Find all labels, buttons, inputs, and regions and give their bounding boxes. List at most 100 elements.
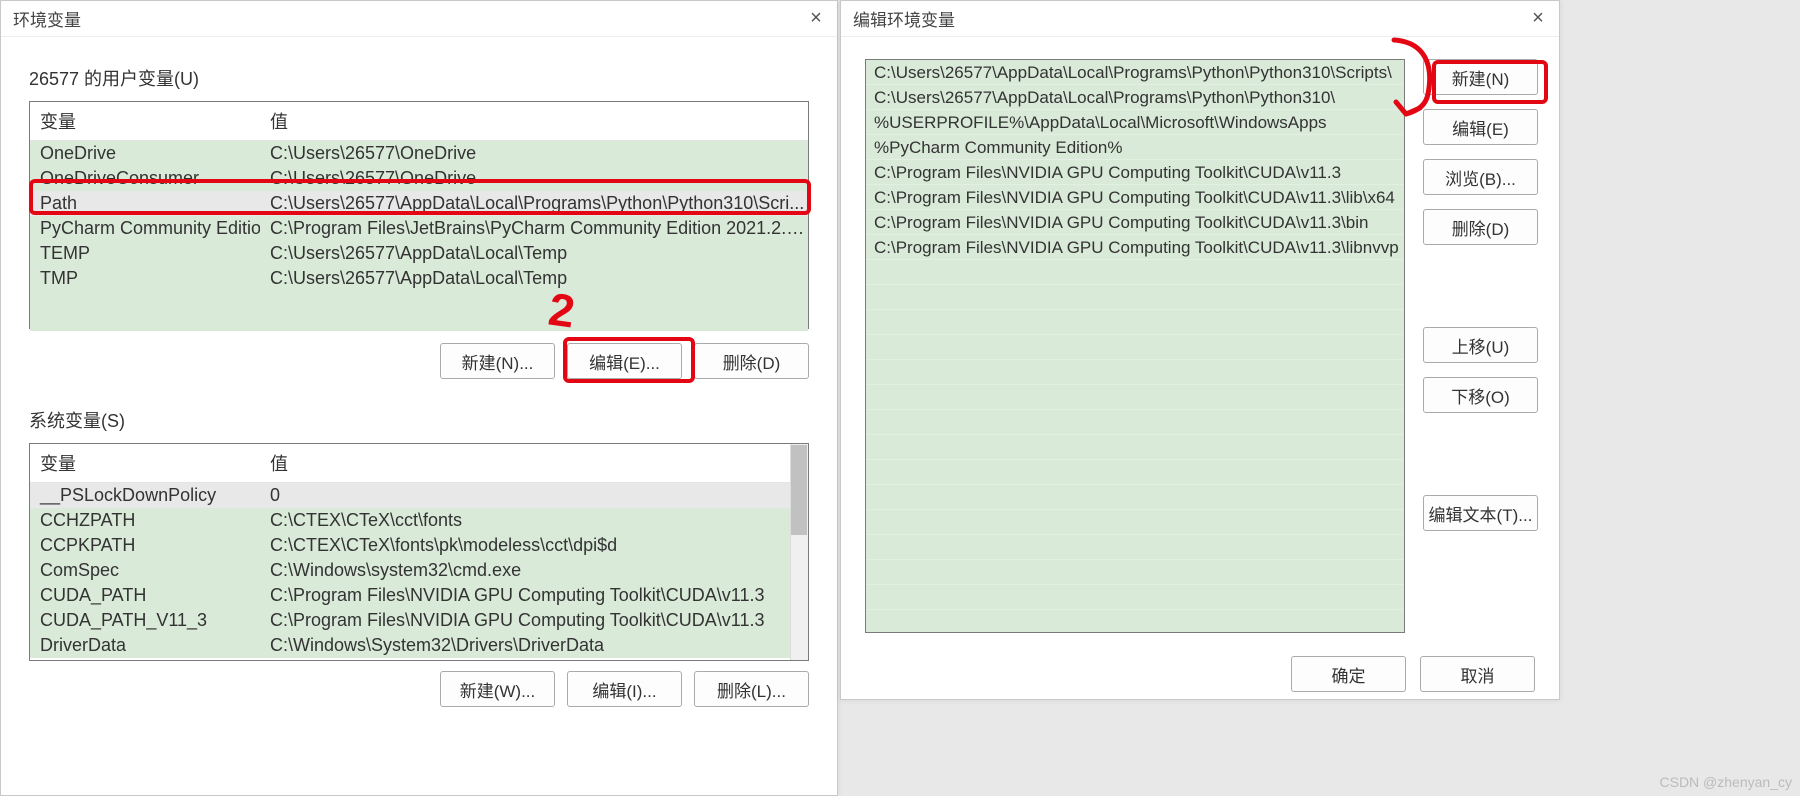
system-vars-list[interactable]: 变量 值 __PSLockDownPolicy0CCHZPATHC:\CTEX\… — [29, 443, 809, 661]
list-item-empty[interactable] — [866, 360, 1404, 385]
list-item-empty[interactable] — [866, 335, 1404, 360]
new-button-sys[interactable]: 新建(W)... — [440, 671, 555, 707]
var-value: C:\Windows\system32\cmd.exe — [260, 558, 808, 583]
path-list[interactable]: C:\Users\26577\AppData\Local\Programs\Py… — [865, 59, 1405, 633]
var-value: C:\Program Files\NVIDIA GPU Computing To… — [260, 583, 808, 608]
table-row[interactable]: DriverDataC:\Windows\System32\Drivers\Dr… — [30, 633, 808, 658]
var-name: Path — [30, 191, 260, 216]
list-item[interactable]: C:\Program Files\NVIDIA GPU Computing To… — [866, 210, 1404, 235]
table-row[interactable]: PathC:\Users\26577\AppData\Local\Program… — [30, 191, 808, 216]
var-value: C:\Program Files\JetBrains\PyCharm Commu… — [260, 216, 808, 241]
var-name: TMP — [30, 266, 260, 291]
list-item[interactable]: C:\Program Files\NVIDIA GPU Computing To… — [866, 160, 1404, 185]
new-button[interactable]: 新建(N) — [1423, 59, 1538, 95]
close-icon[interactable]: × — [807, 7, 825, 30]
list-item-empty[interactable] — [866, 260, 1404, 285]
var-name: TEMP — [30, 241, 260, 266]
table-row[interactable]: PyCharm Community EditionC:\Program File… — [30, 216, 808, 241]
edit-text-button[interactable]: 编辑文本(T)... — [1423, 495, 1538, 531]
list-item-empty[interactable] — [866, 435, 1404, 460]
titlebar[interactable]: 环境变量 × — [1, 1, 837, 37]
move-up-button[interactable]: 上移(U) — [1423, 327, 1538, 363]
new-button[interactable]: 新建(N)... — [440, 343, 555, 379]
dialog-title: 环境变量 — [13, 6, 81, 31]
delete-button[interactable]: 删除(D) — [1423, 209, 1538, 245]
header-variable[interactable]: 变量 — [30, 102, 260, 140]
list-item-empty[interactable] — [866, 460, 1404, 485]
table-row[interactable]: CUDA_PATH_V11_3C:\Program Files\NVIDIA G… — [30, 608, 808, 633]
user-vars-label: 26577 的用户变量(U) — [29, 65, 809, 91]
var-value: C:\Windows\System32\Drivers\DriverData — [260, 633, 808, 658]
list-item-empty[interactable] — [866, 560, 1404, 585]
var-name: CCHZPATH — [30, 508, 260, 533]
list-header: 变量 值 — [30, 444, 808, 483]
table-row[interactable]: OneDriveC:\Users\26577\OneDrive — [30, 141, 808, 166]
user-vars-list[interactable]: 变量 值 OneDriveC:\Users\26577\OneDriveOneD… — [29, 101, 809, 329]
dialog-footer: 确定 取消 — [841, 649, 1559, 699]
list-item-empty[interactable] — [866, 510, 1404, 535]
var-name: ComSpec — [30, 558, 260, 583]
edit-button[interactable]: 编辑(E) — [1423, 109, 1538, 145]
list-item-empty[interactable] — [866, 385, 1404, 410]
list-item-empty[interactable] — [866, 485, 1404, 510]
cancel-button[interactable]: 取消 — [1420, 656, 1535, 692]
list-item-empty[interactable] — [866, 535, 1404, 560]
list-item-empty[interactable] — [866, 610, 1404, 633]
header-variable[interactable]: 变量 — [30, 444, 260, 482]
edit-env-var-dialog: 编辑环境变量 × C:\Users\26577\AppData\Local\Pr… — [840, 0, 1560, 700]
var-value: 0 — [260, 483, 808, 508]
system-vars-buttons: 新建(W)... 编辑(I)... 删除(L)... — [29, 671, 809, 707]
var-name: DriverData — [30, 633, 260, 658]
table-row[interactable]: CCPKPATHC:\CTEX\CTeX\fonts\pk\modeless\c… — [30, 533, 808, 558]
dialog-title: 编辑环境变量 — [853, 6, 955, 31]
watermark: CSDN @zhenyan_cy — [1660, 774, 1793, 790]
table-row[interactable]: TMPC:\Users\26577\AppData\Local\Temp — [30, 266, 808, 291]
list-item-empty[interactable] — [866, 285, 1404, 310]
edit-button-sys[interactable]: 编辑(I)... — [567, 671, 682, 707]
list-item[interactable]: C:\Program Files\NVIDIA GPU Computing To… — [866, 235, 1404, 260]
delete-button-sys[interactable]: 删除(L)... — [694, 671, 809, 707]
table-row[interactable]: __PSLockDownPolicy0 — [30, 483, 808, 508]
edit-button[interactable]: 编辑(E)... — [567, 343, 682, 379]
delete-button[interactable]: 删除(D) — [694, 343, 809, 379]
list-item-empty[interactable] — [866, 410, 1404, 435]
var-name: CUDA_PATH — [30, 583, 260, 608]
list-item[interactable]: C:\Users\26577\AppData\Local\Programs\Py… — [866, 85, 1404, 110]
table-row[interactable]: CCHZPATHC:\CTEX\CTeX\cct\fonts — [30, 508, 808, 533]
header-value[interactable]: 值 — [260, 102, 808, 140]
var-value: C:\Users\26577\AppData\Local\Temp — [260, 266, 808, 291]
var-value: C:\Users\26577\AppData\Local\Programs\Py… — [260, 191, 808, 216]
titlebar[interactable]: 编辑环境变量 × — [841, 1, 1559, 37]
var-name: OneDriveConsumer — [30, 166, 260, 191]
var-name: CUDA_PATH_V11_3 — [30, 608, 260, 633]
browse-button[interactable]: 浏览(B)... — [1423, 159, 1538, 195]
system-vars-body[interactable]: __PSLockDownPolicy0CCHZPATHC:\CTEX\CTeX\… — [30, 483, 808, 658]
list-item[interactable]: %PyCharm Community Edition% — [866, 135, 1404, 160]
var-name: __PSLockDownPolicy — [30, 483, 260, 508]
ok-button[interactable]: 确定 — [1291, 656, 1406, 692]
table-row[interactable]: TEMPC:\Users\26577\AppData\Local\Temp — [30, 241, 808, 266]
list-item-empty[interactable] — [866, 310, 1404, 335]
header-value[interactable]: 值 — [260, 444, 808, 482]
table-row[interactable]: CUDA_PATHC:\Program Files\NVIDIA GPU Com… — [30, 583, 808, 608]
list-item[interactable]: %USERPROFILE%\AppData\Local\Microsoft\Wi… — [866, 110, 1404, 135]
scrollbar[interactable] — [790, 444, 808, 660]
var-name: OneDrive — [30, 141, 260, 166]
var-value: C:\CTEX\CTeX\cct\fonts — [260, 508, 808, 533]
user-vars-body[interactable]: OneDriveC:\Users\26577\OneDriveOneDriveC… — [30, 141, 808, 331]
list-item-empty[interactable] — [866, 585, 1404, 610]
scrollbar-thumb[interactable] — [791, 445, 807, 535]
var-value: C:\Users\26577\OneDrive — [260, 141, 808, 166]
var-value: C:\Program Files\NVIDIA GPU Computing To… — [260, 608, 808, 633]
var-value: C:\Users\26577\OneDrive — [260, 166, 808, 191]
table-row[interactable]: OneDriveConsumerC:\Users\26577\OneDrive — [30, 166, 808, 191]
list-item[interactable]: C:\Program Files\NVIDIA GPU Computing To… — [866, 185, 1404, 210]
system-vars-label: 系统变量(S) — [29, 407, 809, 433]
close-icon[interactable]: × — [1529, 7, 1547, 30]
list-item[interactable]: C:\Users\26577\AppData\Local\Programs\Py… — [866, 60, 1404, 85]
side-buttons: 新建(N) 编辑(E) 浏览(B)... 删除(D) 上移(U) 下移(O) 编… — [1423, 59, 1535, 633]
table-row[interactable]: ComSpecC:\Windows\system32\cmd.exe — [30, 558, 808, 583]
user-vars-buttons: 新建(N)... 编辑(E)... 删除(D) — [29, 343, 809, 379]
move-down-button[interactable]: 下移(O) — [1423, 377, 1538, 413]
var-name: CCPKPATH — [30, 533, 260, 558]
